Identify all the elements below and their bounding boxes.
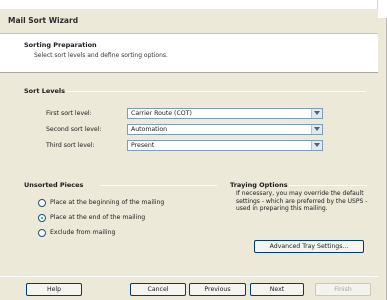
sort-levels-divider (66, 91, 366, 92)
cancel-button[interactable]: Cancel (130, 283, 186, 296)
third-sort-level-label: Third sort level: (46, 142, 95, 149)
traying-options-divider (289, 185, 367, 186)
background-corner (377, 0, 387, 18)
radio-label: Place at the beginning of the mailing (50, 199, 165, 206)
unsorted-pieces-divider (100, 185, 217, 186)
window-title: Mail Sort Wizard (8, 16, 79, 25)
previous-button[interactable]: Previous (189, 283, 246, 296)
first-sort-level-value: Carrier Route (COT) (131, 110, 192, 117)
footer-divider (0, 276, 378, 277)
radio-dot (41, 217, 43, 219)
first-sort-level-label: First sort level: (46, 110, 92, 117)
page-subtitle: Select sort levels and define sorting op… (34, 52, 168, 59)
chevron-down-icon[interactable] (311, 141, 322, 150)
next-button[interactable]: Next (250, 283, 304, 296)
radio-label: Exclude from mailing (50, 229, 116, 236)
third-sort-level-value: Present (131, 142, 155, 149)
help-button[interactable]: Help (26, 283, 82, 296)
title-bar: Mail Sort Wizard (0, 9, 378, 33)
radio-label: Place at the end of the mailing (50, 214, 146, 221)
unsorted-pieces-title: Unsorted Pieces (24, 181, 84, 189)
second-sort-level-value: Automation (131, 126, 168, 133)
traying-options-title: Traying Options (230, 181, 288, 189)
background-strip (0, 0, 387, 18)
finish-button: Finish (315, 283, 371, 296)
chevron-down-icon[interactable] (311, 109, 322, 118)
wizard-header: Sorting Preparation Select sort levels a… (0, 33, 378, 73)
advanced-tray-settings-button[interactable]: Advanced Tray Settings... (254, 240, 364, 253)
radio-button[interactable] (38, 229, 46, 237)
second-sort-level-select[interactable]: Automation (127, 124, 323, 135)
chevron-down-icon[interactable] (311, 125, 322, 134)
page-title: Sorting Preparation (24, 41, 97, 49)
first-sort-level-select[interactable]: Carrier Route (COT) (127, 108, 323, 119)
radio-button[interactable] (38, 199, 46, 207)
wizard-window: Mail Sort Wizard Sorting Preparation Sel… (0, 0, 387, 300)
second-sort-level-label: Second sort level: (46, 126, 102, 133)
third-sort-level-select[interactable]: Present (127, 140, 323, 151)
radio-button-selected[interactable] (38, 214, 46, 222)
traying-description: If necessary, you may override the defau… (236, 190, 368, 213)
sort-levels-title: Sort Levels (24, 87, 66, 95)
